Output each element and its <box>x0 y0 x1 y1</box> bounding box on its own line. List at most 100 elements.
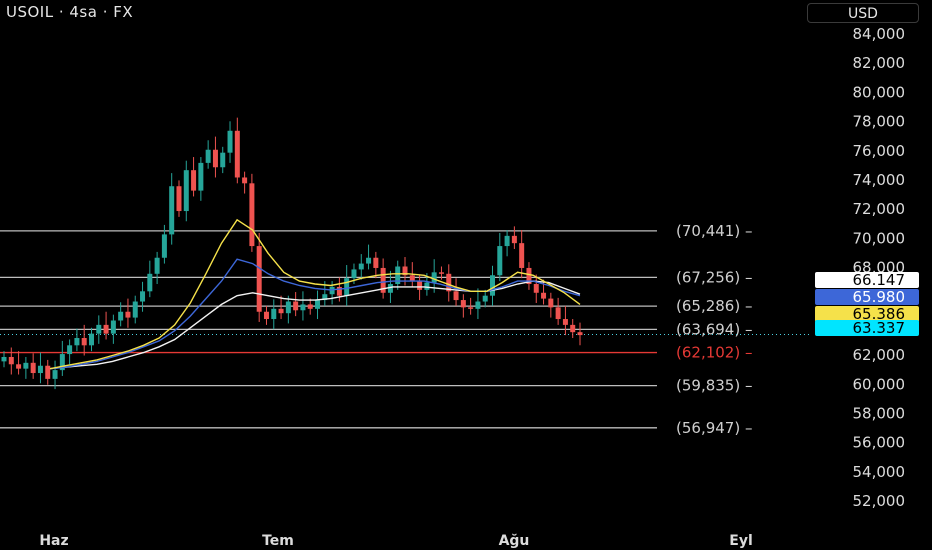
candle-body <box>103 324 109 334</box>
candle-body <box>198 162 204 191</box>
candle-body <box>16 364 22 369</box>
candle-body <box>81 338 87 346</box>
candle-body <box>519 243 525 268</box>
y-tick-label: 78,000 <box>853 113 906 131</box>
y-tick-label: 54,000 <box>853 463 906 481</box>
candle-body <box>300 304 306 311</box>
candle-body <box>548 298 554 308</box>
candle-body <box>424 282 430 290</box>
candle-body <box>118 311 124 321</box>
candle-body <box>366 257 372 264</box>
candle-body <box>1 356 7 362</box>
candle-body <box>438 272 444 274</box>
candle-body <box>52 370 58 379</box>
x-tick-label: Eyl <box>729 533 753 549</box>
candle-body <box>110 320 116 334</box>
candle-body <box>577 332 583 336</box>
candle-body <box>453 291 459 301</box>
candle-body <box>125 311 131 318</box>
y-tick-label: 80,000 <box>853 83 906 101</box>
y-tick-label: 70,000 <box>853 229 906 247</box>
candle-body <box>191 170 197 191</box>
level-label: (56,947) – <box>676 419 752 437</box>
candle-body <box>555 307 561 320</box>
candle-body <box>256 246 262 312</box>
candle-body <box>263 311 269 320</box>
y-tick-label: 76,000 <box>853 142 906 160</box>
candle-body <box>161 234 167 258</box>
candle-body <box>460 300 466 308</box>
candle-body <box>511 235 517 244</box>
y-tick-label: 74,000 <box>853 171 906 189</box>
candle-body <box>205 149 211 163</box>
y-tick-label: 56,000 <box>853 434 906 452</box>
candle-body <box>358 263 364 270</box>
candle-body <box>351 269 357 279</box>
y-tick-label: 52,000 <box>853 492 906 510</box>
y-tick-label: 82,000 <box>853 54 906 72</box>
candle-body <box>234 130 240 178</box>
candle-body <box>147 273 153 292</box>
x-tick-label: Ağu <box>499 533 530 549</box>
candle-body <box>96 324 102 334</box>
y-tick-label: 60,000 <box>853 375 906 393</box>
candle-body <box>307 304 313 309</box>
candle-body <box>23 362 29 369</box>
candle-body <box>140 291 146 302</box>
candle-body <box>541 292 547 299</box>
level-label: (67,256) – <box>676 268 752 286</box>
candle-body <box>482 295 488 302</box>
y-tick-label: 72,000 <box>853 200 906 218</box>
candle-body <box>67 345 73 355</box>
candle-body <box>212 149 218 168</box>
ma-white-line <box>49 280 581 370</box>
candle-body <box>278 308 284 314</box>
candle-body <box>490 275 496 296</box>
candle-body <box>344 278 350 296</box>
candle-body <box>533 284 539 293</box>
candle-body <box>293 301 299 311</box>
candle-body <box>242 177 248 184</box>
level-label: (70,441) – <box>676 222 752 240</box>
candle-body <box>183 170 189 212</box>
candle-body <box>475 301 481 309</box>
candle-body <box>45 365 51 379</box>
candle-body <box>562 319 568 325</box>
candle-body <box>417 281 423 290</box>
price-tag-label: 66.147 <box>853 271 906 289</box>
candle-body <box>431 272 437 283</box>
y-tick-label: 84,000 <box>853 25 906 43</box>
level-label: (59,835) – <box>676 377 752 395</box>
level-label: (65,286) – <box>676 297 752 315</box>
price-tag-label: 63.337 <box>853 319 906 337</box>
candle-body <box>176 186 182 212</box>
level-label: (62,102) – <box>676 344 752 362</box>
candle-body <box>74 338 80 346</box>
level-label: (63,694) – <box>676 320 752 338</box>
y-tick-label: 62,000 <box>853 346 906 364</box>
candle-body <box>227 130 233 153</box>
price-tag-label: 65.980 <box>853 288 906 306</box>
candle-body <box>271 308 277 320</box>
x-tick-label: Tem <box>262 533 294 549</box>
candle-body <box>88 333 94 346</box>
candle-body <box>504 235 510 247</box>
candle-body <box>315 300 321 309</box>
y-tick-label: 58,000 <box>853 404 906 422</box>
candle-body <box>132 301 138 318</box>
candle-body <box>30 362 36 374</box>
x-tick-label: Haz <box>39 533 68 549</box>
candle-body <box>468 307 474 309</box>
candle-body <box>154 257 160 274</box>
candle-body <box>8 356 14 365</box>
candle-body <box>409 275 415 282</box>
candle-body <box>249 183 255 247</box>
price-chart[interactable]: 84,000 82,000 80,000 78,000 76,000 74,000 72,0… <box>0 0 932 550</box>
candle-body <box>169 186 175 235</box>
candle-body <box>220 152 226 168</box>
ma-yellow-line <box>49 218 581 370</box>
candle-body <box>373 257 379 268</box>
candle-body <box>37 365 43 374</box>
candle-body <box>570 324 576 333</box>
candle-body <box>497 246 503 276</box>
